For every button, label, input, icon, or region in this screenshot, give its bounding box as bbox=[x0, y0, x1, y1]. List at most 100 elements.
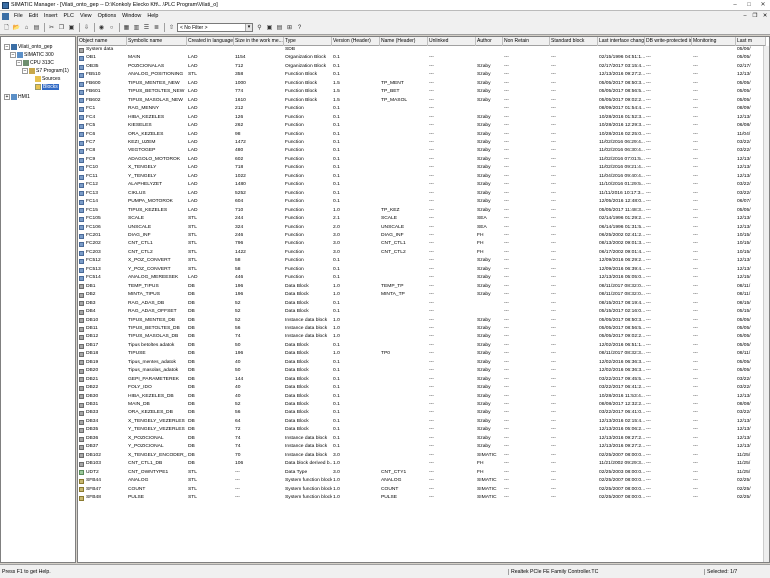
close-button[interactable]: ✕ bbox=[756, 1, 770, 10]
column-header[interactable]: Last m bbox=[736, 37, 766, 46]
table-row[interactable]: FC14 PUMPA_MOTOROK LAD 604 Function 0.1 --- Sza… bbox=[78, 198, 766, 206]
table-row[interactable]: SFB48 PULSE STL --- System function block 1.0… bbox=[78, 494, 766, 502]
column-header[interactable]: Non Retain bbox=[503, 37, 550, 46]
collapse-icon[interactable]: − bbox=[10, 52, 16, 58]
table-row[interactable]: FB601 TIPUS_BETOLTES_NEW LAD 774 Function Bl… bbox=[78, 88, 766, 96]
table-row[interactable]: DB17 Tipus betoltes adatok DB 50 Data Block 0… bbox=[78, 342, 766, 350]
table-row[interactable]: DB20 Tipus_masolas_adatok DB 50 Data Block 0.… bbox=[78, 367, 766, 375]
accessible-nodes-icon[interactable]: ⌂ bbox=[22, 23, 31, 32]
table-row[interactable]: OB35 POZICIONALAS LAD 712 Organization Block… bbox=[78, 63, 766, 71]
offline-icon[interactable]: ○ bbox=[107, 23, 116, 32]
simulation-icon[interactable]: ▣ bbox=[265, 23, 274, 32]
table-row[interactable]: DB22 FOLY_IDO DB 40 Data Block 0.1 --- Szaby ---… bbox=[78, 384, 766, 392]
mdi-close-button[interactable]: ✕ bbox=[760, 13, 770, 19]
table-row[interactable]: FC512 X_POZ_CONVERT STL 58 Function 0.1 --- Sza… bbox=[78, 257, 766, 265]
table-row[interactable]: FC6 ORA_KEZELES LAD 98 Function 0.1 --- Szaby --… bbox=[78, 131, 766, 139]
table-row[interactable]: DB35 Y_TENGELY_VEZERLES DB 72 Data Block 0.1 -… bbox=[78, 426, 766, 434]
memory-card-icon[interactable]: ▤ bbox=[32, 23, 41, 32]
mdi-minimize-button[interactable]: – bbox=[740, 13, 750, 19]
column-header[interactable]: DB write-protected in... bbox=[645, 37, 692, 46]
column-header[interactable]: Size in the work me... bbox=[234, 37, 284, 46]
tree-item-blocks[interactable]: Blocks bbox=[28, 83, 59, 91]
menu-options[interactable]: Options bbox=[95, 13, 120, 19]
large-icons-icon[interactable]: ▦ bbox=[122, 23, 131, 32]
tree-item-cpu-313c[interactable]: − CPU 313C bbox=[16, 59, 54, 67]
filter-icon[interactable]: ⚲ bbox=[255, 23, 264, 32]
online-icon[interactable]: ◉ bbox=[97, 23, 106, 32]
netpro-icon[interactable]: ⊞ bbox=[285, 23, 294, 32]
new-icon[interactable]: 🗋 bbox=[2, 23, 11, 32]
expand-icon[interactable]: + bbox=[4, 94, 10, 100]
table-row[interactable]: FC15 TIPUS_KEZELES LAD 710 Function 1.0 TP_KEZ… bbox=[78, 207, 766, 215]
table-row[interactable]: DB103 CNT_CTL1_DB DB 106 Data block derived … bbox=[78, 460, 766, 468]
list-view-icon[interactable]: ☰ bbox=[142, 23, 151, 32]
column-header[interactable]: Author bbox=[476, 37, 503, 46]
column-header[interactable]: Version (Header) bbox=[332, 37, 380, 46]
menu-insert[interactable]: Insert bbox=[41, 13, 60, 19]
table-row[interactable]: UDT2 CNT_OWNTYPE1 STL --- Data Type 3.0 CNT_CT… bbox=[78, 469, 766, 477]
table-row[interactable]: FC10 X_TENGELY LAD 718 Function 0.1 --- Szaby --… bbox=[78, 164, 766, 172]
small-icons-icon[interactable]: ▥ bbox=[132, 23, 141, 32]
column-header[interactable]: Standard block bbox=[550, 37, 598, 46]
table-row[interactable]: FB600 TIPUS_MENTES_NEW LAD 1000 Function Blo… bbox=[78, 80, 766, 88]
document-menu-icon[interactable] bbox=[2, 12, 9, 20]
tree-item-sources[interactable]: Sources bbox=[28, 75, 60, 83]
download-icon[interactable]: ⇩ bbox=[82, 23, 91, 32]
table-row[interactable]: DB1 TEMP_TIPUS DB 196 Data Block 1.0 TEMP_TP --… bbox=[78, 283, 766, 291]
table-row[interactable]: DB11 TIPUS_BETOLTES_DB DB 56 Instance data b… bbox=[78, 325, 766, 333]
tree-item-hmi1[interactable]: + HMI1 bbox=[4, 93, 30, 101]
cut-icon[interactable]: ✂ bbox=[47, 23, 56, 32]
table-row[interactable]: FC1 RAG_MENNY LAD 212 Function 0.1 --- --- --- 08… bbox=[78, 105, 766, 113]
vertical-scrollbar[interactable] bbox=[763, 46, 769, 562]
table-row[interactable]: DB37 Y_POZICIONAL DB 74 Instance data block 0… bbox=[78, 443, 766, 451]
table-row[interactable]: System data SDB 05/06/ bbox=[78, 46, 766, 54]
column-header[interactable]: Monitoring bbox=[692, 37, 736, 46]
table-row[interactable]: FC4 HIBA_KEZELES LAD 126 Function 0.1 --- Szaby… bbox=[78, 114, 766, 122]
tree-item-s7-program-1-[interactable]: − S7 Program(1) bbox=[22, 67, 69, 75]
menu-help[interactable]: Help bbox=[144, 13, 161, 19]
collapse-icon[interactable]: − bbox=[16, 60, 22, 66]
table-row[interactable]: FC106 UNSCALE STL 324 Function 2.0 UNSCALE --- S… bbox=[78, 224, 766, 232]
table-row[interactable]: DB2 MINTA_TIPUS DB 196 Data Block 1.0 MINTA_TP… bbox=[78, 291, 766, 299]
column-header[interactable]: Last interface change bbox=[598, 37, 645, 46]
table-row[interactable]: DB19 Tipus_mentes_adatok DB 40 Data Block 0.1… bbox=[78, 359, 766, 367]
help-icon[interactable]: ? bbox=[295, 23, 304, 32]
maximize-button[interactable]: □ bbox=[742, 1, 756, 10]
table-row[interactable]: DB21 GEPI_PARAMETEREK DB 144 Data Block 0.1 --… bbox=[78, 376, 766, 384]
table-row[interactable]: DB31 MAIN_DB DB 52 Data Block 0.1 --- Szaby --- -… bbox=[78, 401, 766, 409]
minimize-button[interactable]: – bbox=[728, 1, 742, 10]
table-row[interactable]: DB10 TIPUS_MENTES_DB DB 52 Instance data blo… bbox=[78, 317, 766, 325]
table-row[interactable]: SFB44 ANALOG STL --- System function block 1.… bbox=[78, 477, 766, 485]
table-row[interactable]: SFB47 COUNT STL --- System function block 1.0… bbox=[78, 486, 766, 494]
column-header[interactable]: Object name bbox=[78, 37, 127, 46]
collapse-icon[interactable]: − bbox=[4, 44, 10, 50]
table-row[interactable]: FB602 TIPUS_MASOLAS_NEW LAD 1610 Function Bl… bbox=[78, 97, 766, 105]
table-row[interactable]: DB3 RAG_ADAS_DB DB 52 Data Block 0.1 --- --- ---… bbox=[78, 300, 766, 308]
table-row[interactable]: DB33 ORA_KEZELES_DB DB 56 Data Block 0.1 --- Sz… bbox=[78, 409, 766, 417]
filter-select[interactable]: < No Filter > ▾ bbox=[177, 23, 253, 32]
open-icon[interactable]: 📂 bbox=[12, 23, 21, 32]
table-row[interactable]: FC12 ALAPHELYZET LAD 1480 Function 0.1 --- Szab… bbox=[78, 181, 766, 189]
column-header[interactable]: Symbolic name bbox=[127, 37, 187, 46]
table-row[interactable]: FC513 Y_POZ_CONVERT STL 58 Function 0.1 --- Sza… bbox=[78, 266, 766, 274]
column-header[interactable]: Unlinked bbox=[428, 37, 476, 46]
table-row[interactable]: DB102 X_TENGELY_ENCODER_... DB 70 Instance d… bbox=[78, 452, 766, 460]
paste-icon[interactable]: ▣ bbox=[67, 23, 76, 32]
table-row[interactable]: DB12 TIPUS_MASOLAS_DB DB 74 Instance data bl… bbox=[78, 333, 766, 341]
up-level-icon[interactable]: ⇧ bbox=[167, 23, 176, 32]
column-header[interactable]: Name (Header) bbox=[380, 37, 428, 46]
table-row[interactable]: FC8 VEGTOGEP LAD 480 Function 0.1 --- Szaby --- -… bbox=[78, 147, 766, 155]
details-view-icon[interactable]: ≣ bbox=[152, 23, 161, 32]
table-row[interactable]: DB4 RAG_ADAS_OFFSET DB 52 Data Block 0.1 --- --… bbox=[78, 308, 766, 316]
menu-view[interactable]: View bbox=[77, 13, 95, 19]
table-row[interactable]: FC514 ANALOG_MEREESEK LAD 446 Function 0.1 ---… bbox=[78, 274, 766, 282]
copy-icon[interactable]: ❐ bbox=[57, 23, 66, 32]
tree-item-vilati-onto-gep[interactable]: − Vilati_onto_gep bbox=[4, 43, 52, 51]
table-row[interactable]: DB36 X_POZICIONAL DB 74 Instance data block 0… bbox=[78, 435, 766, 443]
hardware-config-icon[interactable]: ▤ bbox=[275, 23, 284, 32]
tree-item-simatic-300[interactable]: − SIMATIC 300 bbox=[10, 51, 54, 59]
menu-window[interactable]: Window bbox=[119, 13, 144, 19]
table-row[interactable]: FC13 CIKLUS LAD 5252 Function 0.1 --- Szaby --- -… bbox=[78, 190, 766, 198]
table-row[interactable]: FC11 Y_TENGELY LAD 1022 Function 0.1 --- Szaby -… bbox=[78, 173, 766, 181]
menu-plc[interactable]: PLC bbox=[60, 13, 77, 19]
